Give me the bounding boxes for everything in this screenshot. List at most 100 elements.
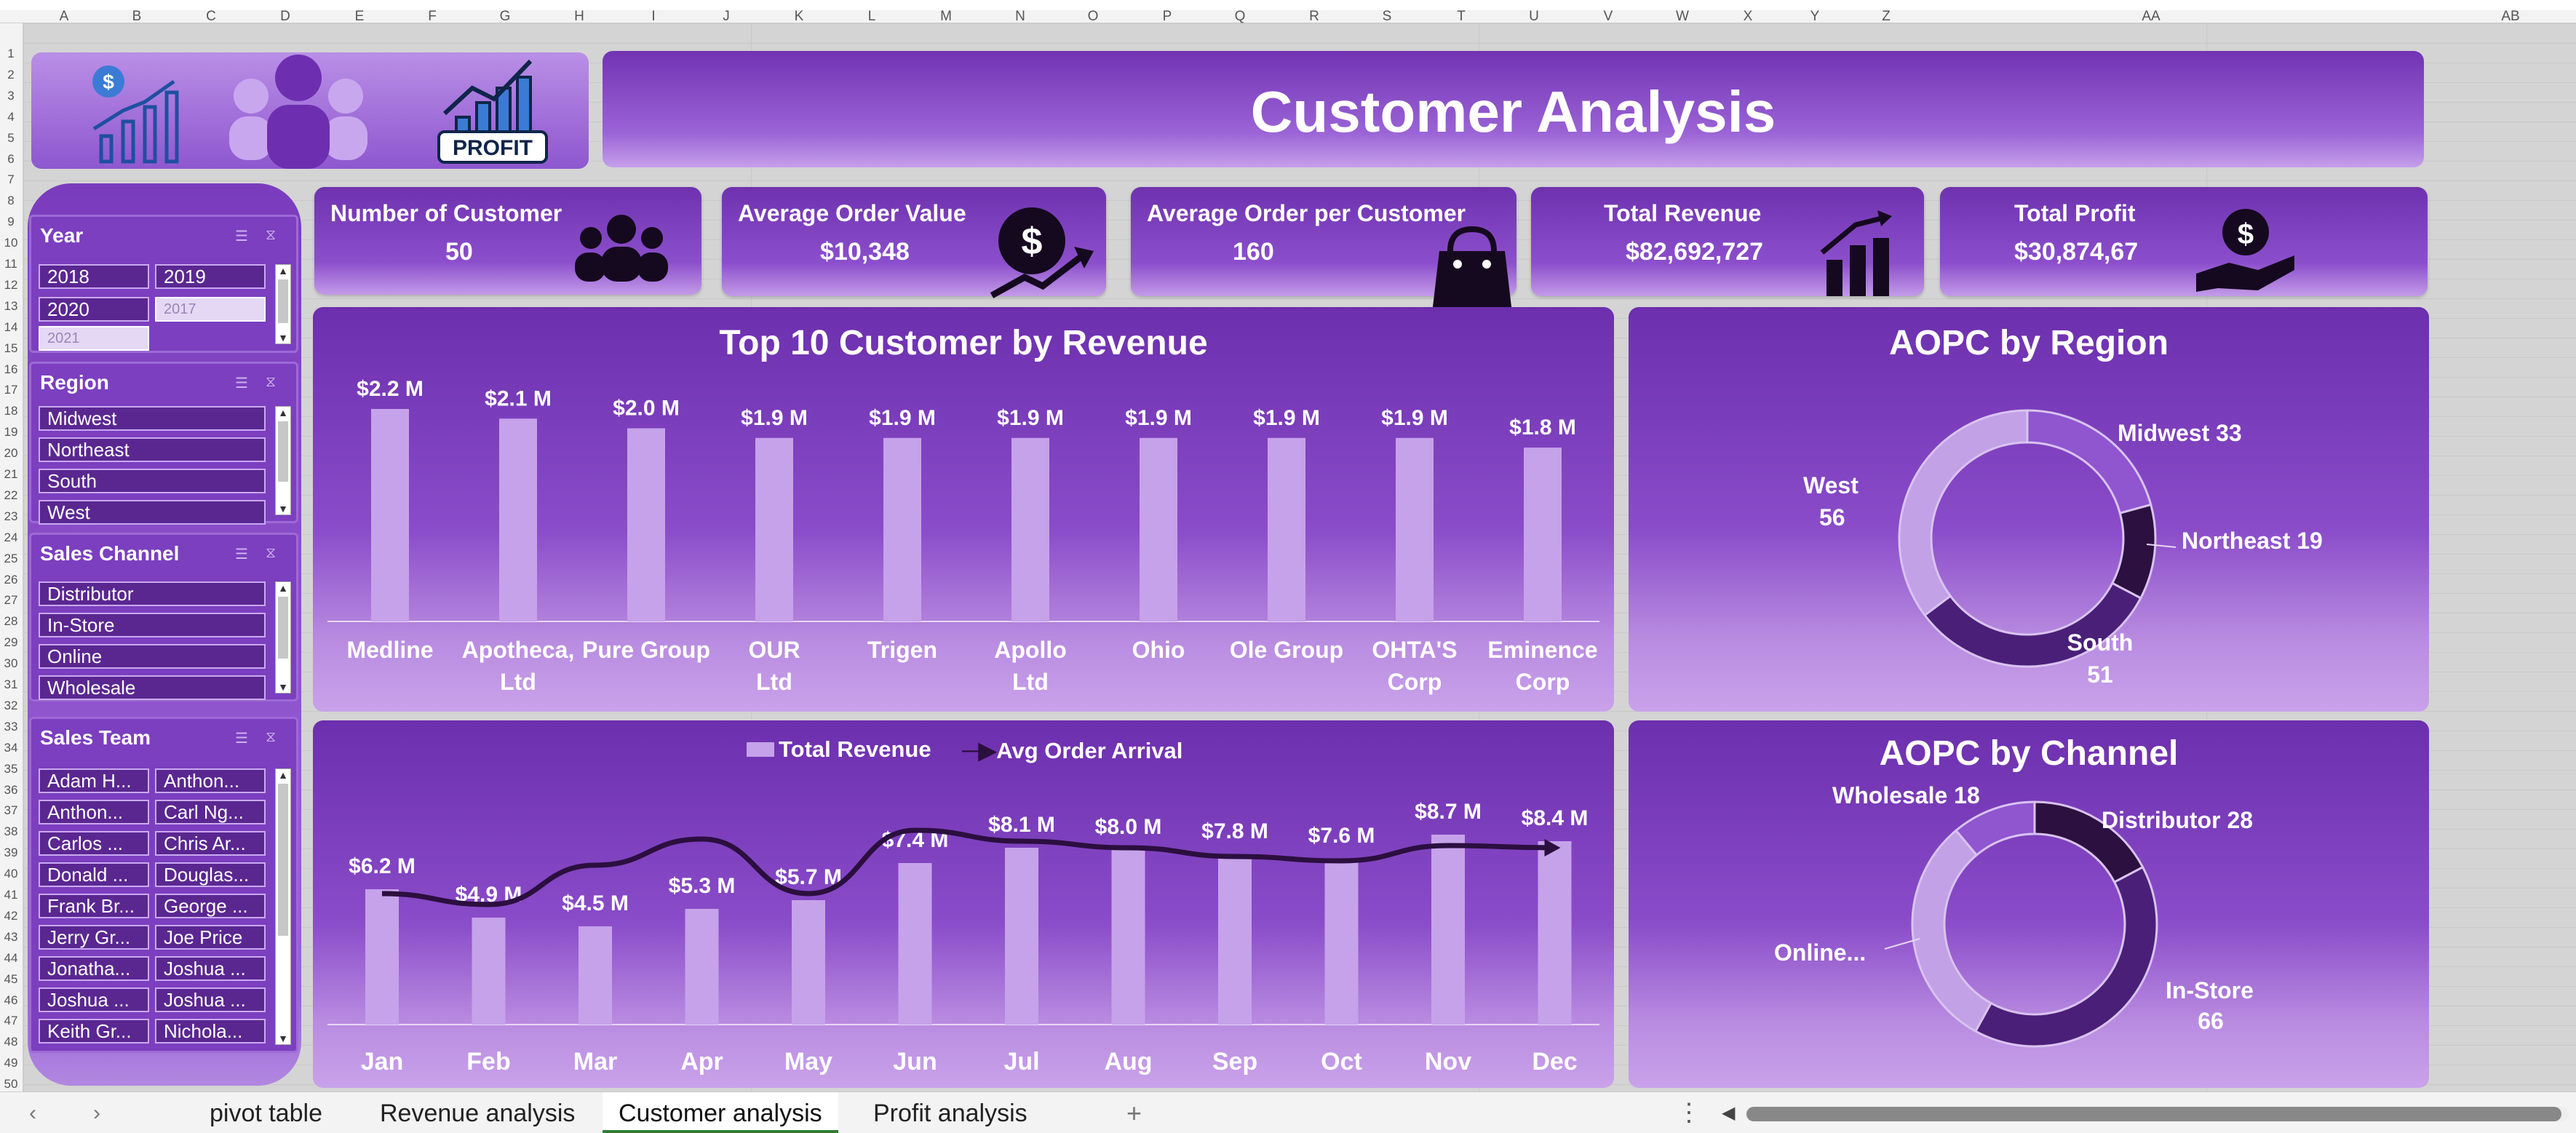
slicer-item[interactable]: Northeast [39,437,266,462]
row-header[interactable]: 11 [0,257,22,271]
row-header[interactable]: 14 [0,320,22,335]
slicer-item[interactable]: Joe Price [155,925,266,950]
horizontal-scroll-thumb[interactable] [1746,1107,2561,1121]
row-header[interactable]: 8 [0,194,22,208]
bar[interactable] [1140,437,1177,621]
row-header[interactable]: 3 [0,89,22,103]
column-header[interactable]: B [115,9,159,23]
scroll-down-icon[interactable]: ▼ [276,332,290,343]
more-options-icon[interactable]: ⋮ [1677,1098,1701,1127]
scroll-down-icon[interactable]: ▼ [276,681,290,693]
row-header[interactable]: 43 [0,930,22,945]
horizontal-scrollbar[interactable] [1746,1107,2569,1121]
slicer-item[interactable]: Distributor [39,581,266,606]
bar[interactable] [1011,437,1049,621]
bar[interactable] [1431,835,1465,1025]
slicer-scrollbar[interactable]: ▲ ▼ [275,581,291,693]
row-header[interactable]: 36 [0,783,22,798]
slicer-item[interactable]: Frank Br... [39,894,149,918]
slicer-scrollbar[interactable]: ▲ ▼ [275,264,291,344]
donut-slice[interactable] [1973,865,2158,1048]
row-header[interactable]: 32 [0,699,22,713]
column-header[interactable]: A [42,9,86,23]
clear-filter-icon[interactable]: ⧖ [266,227,276,244]
slicer-item[interactable]: 2017 [155,297,266,322]
row-header[interactable]: 28 [0,614,22,629]
row-header[interactable]: 24 [0,530,22,545]
row-header[interactable]: 20 [0,446,22,461]
row-header[interactable]: 17 [0,383,22,397]
donut-slice[interactable] [1911,829,1993,1033]
row-header[interactable]: 33 [0,720,22,734]
column-header[interactable]: AA [2129,9,2173,23]
row-header[interactable]: 38 [0,824,22,839]
row-header[interactable]: 5 [0,131,22,146]
column-header[interactable]: N [998,9,1042,23]
column-header[interactable]: V [1586,9,1630,23]
bar[interactable] [1396,437,1434,621]
column-header[interactable]: K [777,9,821,23]
slicer-item[interactable]: 2020 [39,297,149,322]
scroll-thumb[interactable] [278,279,288,323]
column-header[interactable]: H [557,9,601,23]
bar[interactable] [499,418,537,621]
row-header[interactable]: 7 [0,172,22,187]
add-sheet-icon[interactable]: + [1126,1098,1142,1129]
multi-select-icon[interactable]: ☰ [235,729,248,747]
donut-slice[interactable] [1898,409,2029,617]
row-header[interactable]: 34 [0,741,22,755]
row-header[interactable]: 49 [0,1056,22,1070]
scroll-down-icon[interactable]: ▼ [276,1033,290,1044]
bar[interactable] [898,863,932,1025]
column-header[interactable]: D [263,9,307,23]
slicer-item[interactable]: Adam H... [39,768,149,793]
bar[interactable] [579,926,612,1025]
column-header[interactable]: M [924,9,968,23]
row-header[interactable]: 37 [0,803,22,818]
row-header[interactable]: 25 [0,552,22,566]
column-header[interactable]: O [1071,9,1115,23]
row-header[interactable]: 13 [0,299,22,314]
tab-customer-analysis[interactable]: Customer analysis [603,1092,838,1133]
row-header[interactable]: 39 [0,846,22,860]
multi-select-icon[interactable]: ☰ [235,227,248,245]
row-header[interactable]: 45 [0,972,22,987]
scroll-up-icon[interactable]: ▲ [276,582,290,594]
row-header[interactable]: 18 [0,404,22,418]
horizontal-scroll-left-icon[interactable]: ◀ [1722,1102,1735,1124]
row-header[interactable]: 22 [0,488,22,503]
column-header[interactable]: S [1365,9,1409,23]
slicer-item[interactable]: Joshua ... [155,956,266,981]
column-header[interactable]: X [1726,9,1770,23]
column-header[interactable]: W [1661,9,1704,23]
bar[interactable] [1268,437,1305,621]
slicer-item[interactable]: Wholesale [39,675,266,700]
bar[interactable] [1218,854,1252,1025]
row-header[interactable]: 29 [0,635,22,650]
bar[interactable] [371,409,409,621]
scroll-thumb[interactable] [278,597,288,659]
clear-filter-icon[interactable]: ⧖ [266,729,276,746]
row-header[interactable]: 15 [0,341,22,356]
bar[interactable] [1111,850,1145,1025]
bar[interactable] [365,889,399,1025]
column-header[interactable]: I [632,9,675,23]
slicer-item[interactable]: Jonatha... [39,956,149,981]
slicer-item[interactable]: Anthon... [39,800,149,824]
row-header[interactable]: 27 [0,593,22,608]
row-header[interactable]: 16 [0,362,22,377]
row-header[interactable]: 40 [0,867,22,881]
column-header[interactable]: C [189,9,233,23]
slicer-item[interactable]: Chris Ar... [155,831,266,856]
scroll-thumb[interactable] [278,421,288,482]
row-header[interactable]: 48 [0,1035,22,1049]
slicer-item[interactable]: Douglas... [155,862,266,887]
column-header[interactable]: E [338,9,381,23]
scroll-up-icon[interactable]: ▲ [276,769,290,781]
row-header[interactable]: 19 [0,425,22,440]
clear-filter-icon[interactable]: ⧖ [266,374,276,391]
slicer-item[interactable]: In-Store [39,613,266,637]
bar[interactable] [1324,859,1359,1025]
slicer-item[interactable]: Online [39,644,266,669]
column-header[interactable]: U [1512,9,1556,23]
